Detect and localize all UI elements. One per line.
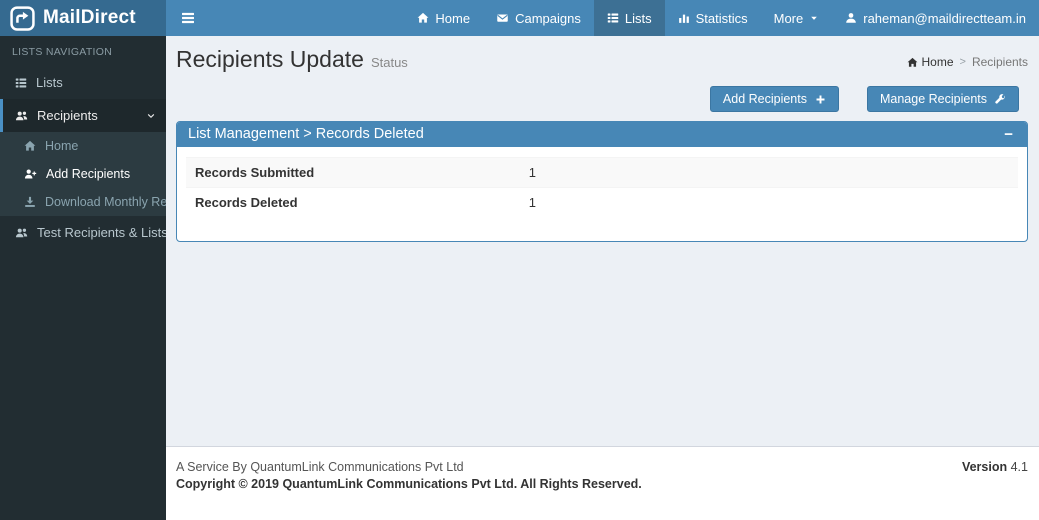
brand-logo[interactable]: MailDirect [0, 0, 166, 36]
breadcrumb: Home > Recipients [907, 55, 1028, 69]
row-value: 1 [529, 165, 536, 180]
sidebar-submenu-recipients: Home Add Recipients Download Monthly Rec… [0, 132, 166, 216]
home-icon [907, 57, 918, 68]
version-label: Version [962, 460, 1007, 474]
sidebar: LISTS NAVIGATION Lists Recipients [0, 36, 166, 520]
nav-item-lists[interactable]: Lists [594, 0, 665, 36]
collapse-minus-icon[interactable]: − [1001, 127, 1016, 142]
page-title-text: Recipients Update [176, 46, 364, 72]
top-navbar: MailDirect Home [0, 0, 1039, 36]
sidebar-item-label: Home [45, 139, 78, 153]
breadcrumb-current: Recipients [972, 55, 1028, 69]
footer-copyright-line: Copyright © 2019 QuantumLink Communicati… [176, 477, 642, 491]
wrench-icon [995, 94, 1006, 105]
hamburger-icon [181, 12, 195, 24]
caret-down-icon [809, 13, 819, 23]
footer-left: A Service By QuantumLink Communications … [176, 460, 642, 491]
nav-label: More [774, 11, 804, 26]
bar-chart-icon [678, 12, 690, 24]
download-icon [24, 196, 36, 208]
page-footer: A Service By QuantumLink Communications … [166, 446, 1039, 520]
status-panel-title: List Management > Records Deleted [188, 126, 424, 142]
nav-label: Campaigns [515, 11, 581, 26]
breadcrumb-separator: > [960, 56, 966, 68]
nav-label: Lists [625, 11, 652, 26]
action-buttons: Add Recipients Manage Recipients [176, 86, 1019, 112]
table-row: Records Submitted 1 [186, 157, 1018, 187]
footer-service-line: A Service By QuantumLink Communications … [176, 460, 642, 474]
sidebar-subitem-download-monthly-recipients[interactable]: Download Monthly Recipients [0, 188, 166, 216]
sidebar-item-recipients[interactable]: Recipients [0, 99, 166, 132]
sidebar-item-label: Download Monthly Recipients [45, 195, 166, 209]
manage-recipients-button[interactable]: Manage Recipients [867, 86, 1019, 112]
page-subtitle: Status [371, 55, 408, 70]
sidebar-item-label: Recipients [37, 108, 98, 123]
list-icon [15, 77, 27, 89]
page-title: Recipients Update Status [176, 46, 408, 73]
breadcrumb-home-link[interactable]: Home [907, 55, 954, 69]
user-email: raheman@maildirectteam.in [863, 11, 1026, 26]
status-panel: List Management > Records Deleted − Reco… [176, 121, 1028, 242]
users-icon [15, 110, 28, 122]
main-column: Recipients Update Status Home > Recipient… [166, 36, 1039, 520]
status-panel-body: Records Submitted 1 Records Deleted 1 [177, 147, 1027, 241]
sidebar-section-header: LISTS NAVIGATION [0, 36, 166, 66]
nav-item-statistics[interactable]: Statistics [665, 0, 761, 36]
nav-label: Statistics [696, 11, 748, 26]
sidebar-subitem-home[interactable]: Home [0, 132, 166, 160]
add-recipients-button[interactable]: Add Recipients [710, 86, 839, 112]
version-value: 4.1 [1011, 460, 1028, 474]
sidebar-item-lists[interactable]: Lists [0, 66, 166, 99]
nav-item-user-account[interactable]: raheman@maildirectteam.in [832, 0, 1039, 36]
nav-item-more[interactable]: More [761, 0, 833, 36]
maildirect-logo-icon [10, 6, 35, 31]
nav-item-campaigns[interactable]: Campaigns [483, 0, 594, 36]
row-label: Records Submitted [195, 165, 529, 180]
brand-name: MailDirect [43, 7, 136, 29]
nav-label: Home [435, 11, 470, 26]
users-icon [15, 227, 28, 239]
sidebar-toggle-button[interactable] [166, 0, 210, 36]
sidebar-subitem-add-recipients[interactable]: Add Recipients [0, 160, 166, 188]
row-label: Records Deleted [195, 195, 529, 210]
status-panel-header: List Management > Records Deleted − [177, 122, 1027, 147]
chevron-down-icon [146, 111, 156, 121]
envelope-icon [496, 12, 509, 24]
home-icon [417, 12, 429, 24]
content-header: Recipients Update Status Home > Recipient… [176, 46, 1028, 73]
row-value: 1 [529, 195, 536, 210]
footer-version: Version 4.1 [962, 460, 1028, 474]
user-plus-icon [24, 168, 37, 180]
table-row: Records Deleted 1 [186, 187, 1018, 217]
sidebar-item-label: Test Recipients & Lists [37, 225, 166, 240]
sidebar-item-label: Add Recipients [46, 167, 130, 181]
plus-icon [815, 94, 826, 105]
user-icon [845, 12, 857, 24]
sidebar-item-test-recipients-lists[interactable]: Test Recipients & Lists [0, 216, 166, 249]
home-icon [24, 140, 36, 152]
content-area: Recipients Update Status Home > Recipient… [166, 36, 1039, 446]
navbar-right: Home Campaigns Lists [166, 0, 1039, 36]
list-icon [607, 12, 619, 24]
sidebar-item-label: Lists [36, 75, 63, 90]
navbar-spacer [210, 0, 404, 36]
nav-item-home[interactable]: Home [404, 0, 483, 36]
